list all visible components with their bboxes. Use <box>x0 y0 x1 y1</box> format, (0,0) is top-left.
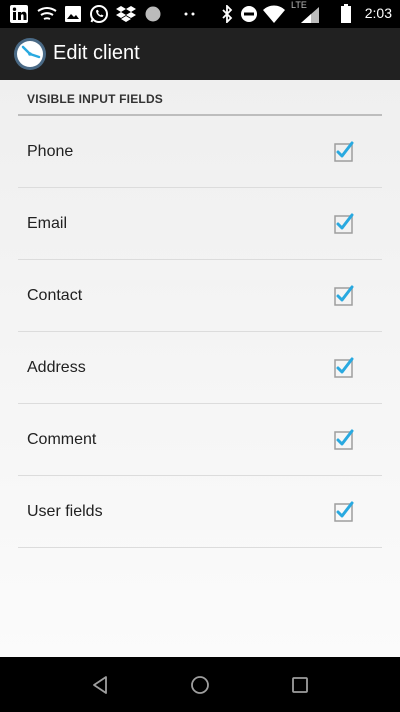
circle-icon <box>144 4 162 24</box>
status-bar: LTE 2:03 <box>0 0 400 28</box>
preferences-screen: VISIBLE INPUT FIELDS Phone Email Contact… <box>0 80 400 657</box>
bluetooth-icon <box>220 4 234 24</box>
pref-label: Comment <box>27 431 97 448</box>
battery-icon <box>340 4 352 24</box>
pref-label: Email <box>27 215 68 232</box>
user-fields-checkbox[interactable] <box>334 501 354 522</box>
email-checkbox[interactable] <box>334 213 354 234</box>
section-header: VISIBLE INPUT FIELDS <box>27 92 164 106</box>
contact-checkbox[interactable] <box>334 285 354 306</box>
pref-label: Phone <box>27 143 74 160</box>
image-icon <box>64 4 82 24</box>
pref-label: User fields <box>27 503 103 520</box>
pref-row-contact[interactable]: Contact <box>18 260 382 332</box>
wifi-icon <box>263 4 285 24</box>
signal-wave-icon <box>36 4 58 24</box>
pref-label: Address <box>27 359 86 376</box>
pref-label: Contact <box>27 287 83 304</box>
whatsapp-icon <box>89 4 109 24</box>
recents-icon[interactable] <box>289 674 311 696</box>
pref-row-phone[interactable]: Phone <box>18 116 382 188</box>
linkedin-icon <box>10 4 28 24</box>
back-icon[interactable] <box>89 674 111 696</box>
dots-icon <box>183 4 197 24</box>
pref-row-email[interactable]: Email <box>18 188 382 260</box>
comment-checkbox[interactable] <box>334 429 354 450</box>
app-bar: Edit client <box>0 28 400 80</box>
network-type: LTE <box>291 0 307 10</box>
status-time: 2:03 <box>364 5 392 21</box>
preference-list: Phone Email Contact Address Comment User… <box>0 116 400 548</box>
cell-signal-icon: LTE <box>291 0 321 24</box>
pref-row-address[interactable]: Address <box>18 332 382 404</box>
dropbox-icon <box>116 4 136 24</box>
page-title: Edit client <box>53 42 140 64</box>
pref-row-user-fields[interactable]: User fields <box>18 476 382 548</box>
navigation-bar <box>0 657 400 712</box>
clock-icon[interactable] <box>13 37 47 71</box>
phone-checkbox[interactable] <box>334 141 354 162</box>
pref-row-comment[interactable]: Comment <box>18 404 382 476</box>
address-checkbox[interactable] <box>334 357 354 378</box>
do-not-disturb-icon <box>240 4 258 24</box>
home-icon[interactable] <box>189 674 211 696</box>
